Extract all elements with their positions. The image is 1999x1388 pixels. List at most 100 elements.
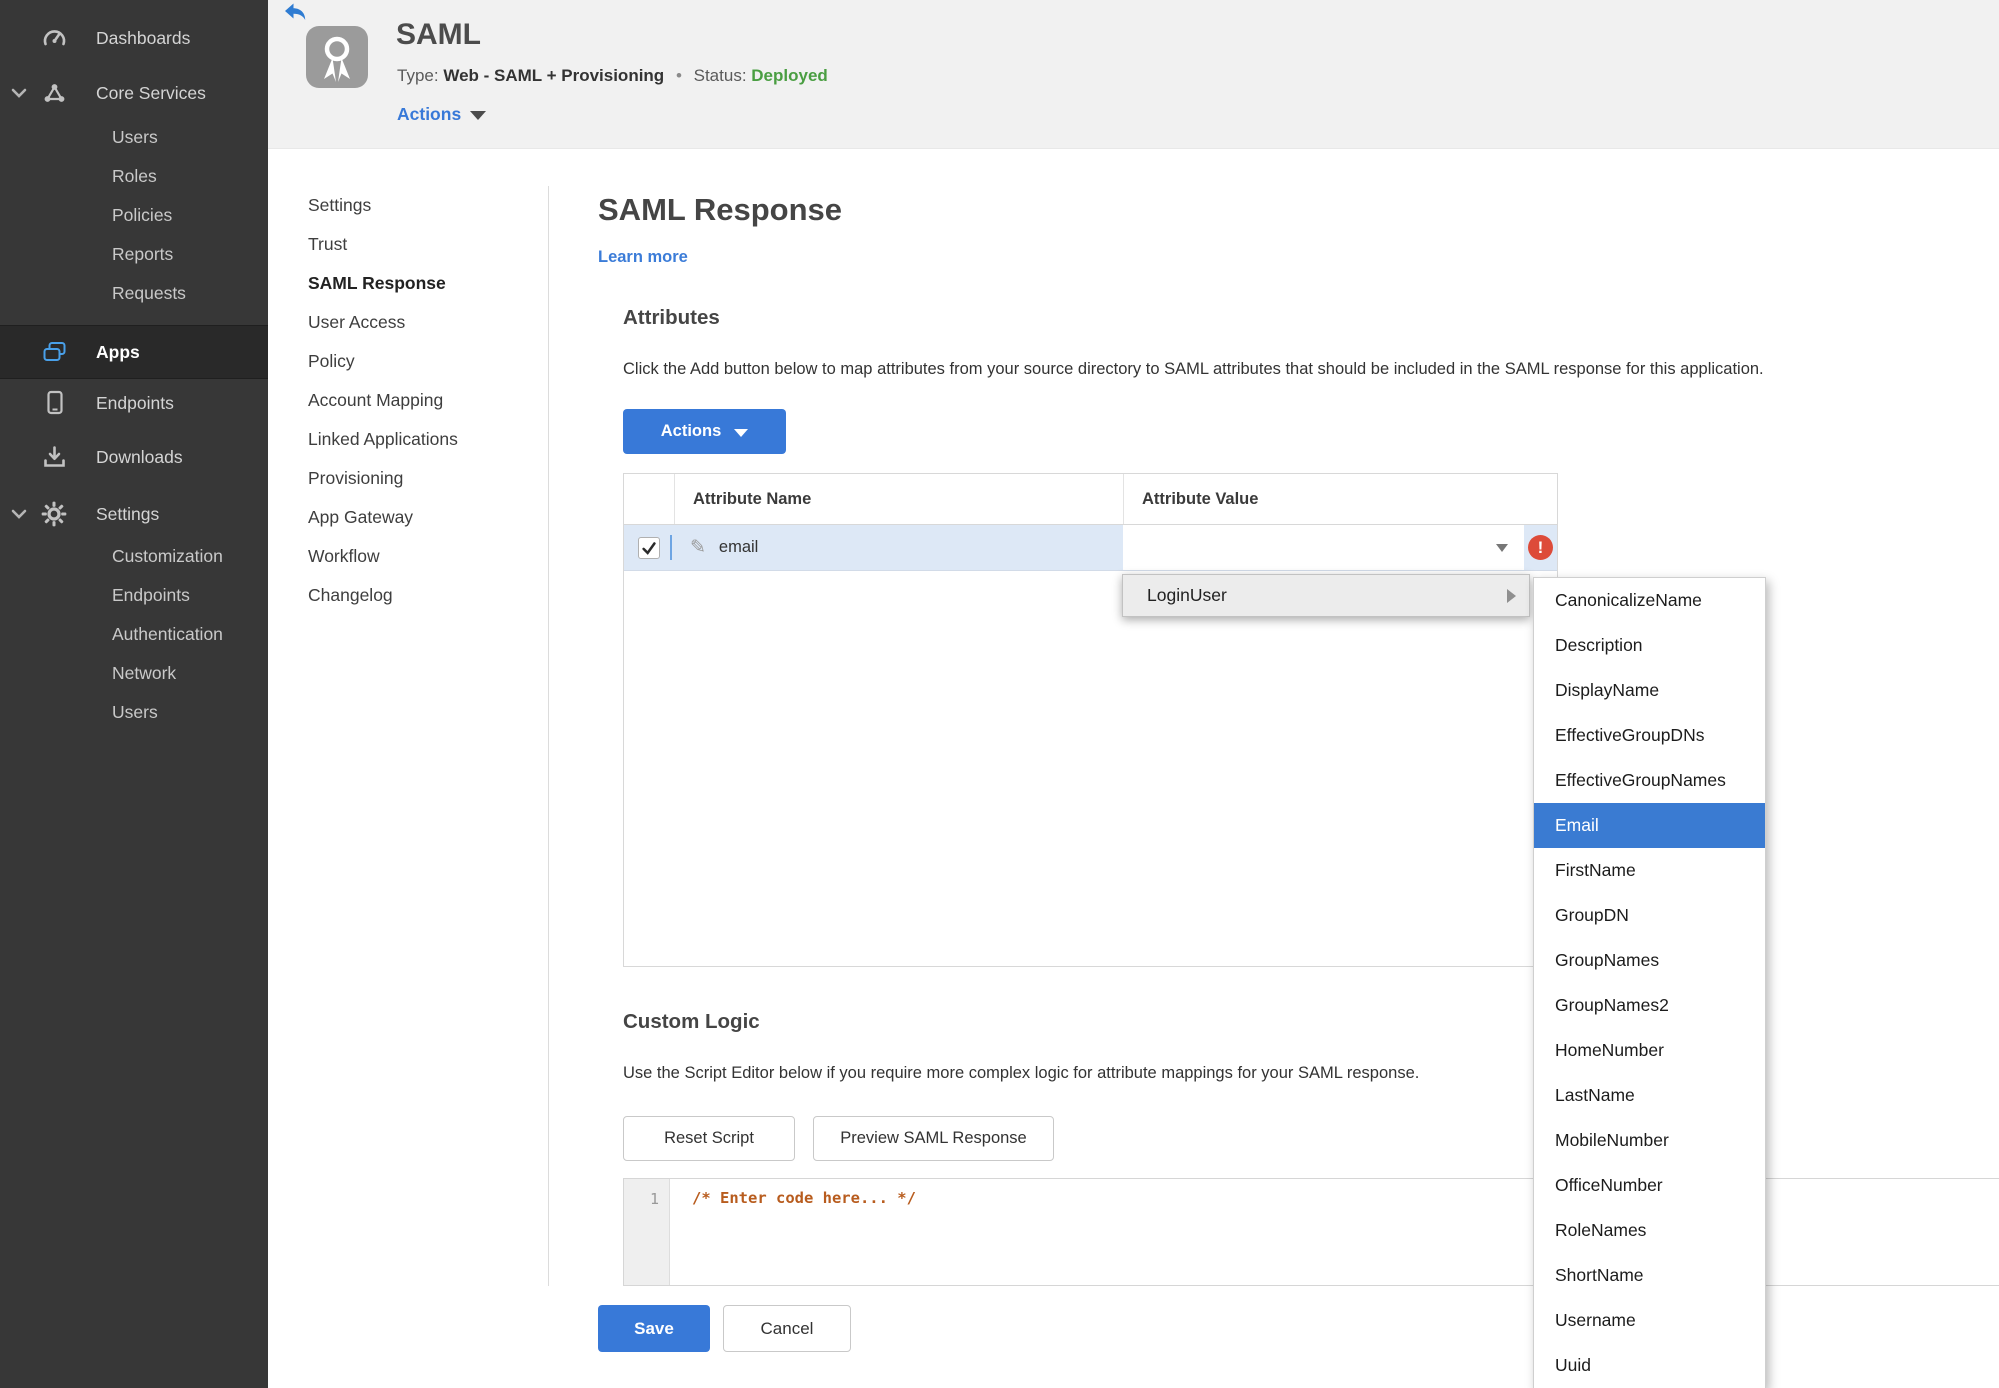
nav-item[interactable]: Linked Applications bbox=[308, 420, 518, 459]
attribute-value-menu[interactable]: LoginUser bbox=[1122, 574, 1530, 617]
app-title: SAML bbox=[396, 18, 481, 51]
app-meta: Type: Web - SAML + Provisioning • Status… bbox=[397, 66, 828, 86]
submenu-item[interactable]: MobileNumber bbox=[1534, 1118, 1765, 1163]
nav-item[interactable]: Policy bbox=[308, 342, 518, 381]
attribute-name-value: email bbox=[718, 538, 759, 556]
sidebar-item-endpoints[interactable]: Endpoints bbox=[0, 381, 268, 425]
submenu-item[interactable]: Description bbox=[1534, 623, 1765, 668]
status-label: Status: bbox=[693, 66, 747, 85]
gear-icon bbox=[38, 501, 70, 527]
sidebar-subitem[interactable]: Policies bbox=[0, 196, 268, 235]
sidebar-subitem[interactable]: Endpoints bbox=[0, 576, 268, 615]
reset-script-label: Reset Script bbox=[664, 1129, 754, 1147]
nav-item[interactable]: App Gateway bbox=[308, 498, 518, 537]
sidebar-item-dashboards[interactable]: Dashboards bbox=[0, 16, 268, 60]
editor-line-number: 1 bbox=[624, 1179, 670, 1285]
app-badge-icon bbox=[306, 26, 368, 88]
sidebar-subitem[interactable]: Requests bbox=[0, 274, 268, 313]
sidebar-subitem[interactable]: Reports bbox=[0, 235, 268, 274]
nav-item[interactable]: SAML Response bbox=[308, 264, 518, 303]
submenu-item[interactable]: ShortName bbox=[1534, 1253, 1765, 1298]
nav-item[interactable]: User Access bbox=[308, 303, 518, 342]
attributes-description: Click the Add button below to map attrib… bbox=[623, 360, 1764, 378]
submenu-item[interactable]: Uuid bbox=[1534, 1343, 1765, 1388]
status-badge: Deployed bbox=[751, 66, 828, 85]
phone-icon bbox=[38, 390, 70, 416]
sidebar-item-label: Core Services bbox=[96, 82, 206, 103]
sidebar-subitem[interactable]: Users bbox=[0, 118, 268, 157]
attribute-name-cell[interactable]: ✎ email bbox=[674, 525, 1123, 570]
attribute-name-column-header: Attribute Name bbox=[674, 474, 1123, 524]
dropdown-caret-icon bbox=[1496, 544, 1508, 552]
actions-button-label: Actions bbox=[660, 422, 722, 440]
sidebar-subitem[interactable]: Network bbox=[0, 654, 268, 693]
nav-item[interactable]: Account Mapping bbox=[308, 381, 518, 420]
submenu-item[interactable]: EffectiveGroupDNs bbox=[1534, 713, 1765, 758]
edit-cursor bbox=[670, 535, 672, 560]
apps-icon bbox=[38, 340, 70, 364]
nav-item[interactable]: Workflow bbox=[308, 537, 518, 576]
select-column-header bbox=[624, 474, 674, 524]
cancel-button-label: Cancel bbox=[760, 1318, 814, 1338]
pencil-icon: ✎ bbox=[690, 537, 706, 558]
preview-saml-response-label: Preview SAML Response bbox=[840, 1129, 1027, 1147]
row-select-cell bbox=[624, 525, 674, 570]
attributes-actions-button[interactable]: Actions bbox=[623, 409, 786, 454]
submenu-item[interactable]: Email bbox=[1534, 803, 1765, 848]
preview-saml-response-button[interactable]: Preview SAML Response bbox=[813, 1116, 1054, 1161]
type-label: Type: bbox=[397, 66, 439, 85]
save-button[interactable]: Save bbox=[598, 1305, 710, 1352]
attribute-value-column-header: Attribute Value bbox=[1123, 474, 1557, 524]
value-menu-item-loginuser[interactable]: LoginUser bbox=[1123, 585, 1227, 606]
download-icon bbox=[38, 445, 70, 469]
script-editor: 1 /* Enter code here... */ bbox=[623, 1178, 1999, 1286]
submenu-item[interactable]: OfficeNumber bbox=[1534, 1163, 1765, 1208]
app-settings-nav: Settings Trust SAML Response User Access Pol… bbox=[308, 186, 518, 615]
nav-item[interactable]: Provisioning bbox=[308, 459, 518, 498]
caret-down-icon bbox=[470, 111, 487, 120]
attributes-table: Attribute Name Attribute Value ✎ email ! bbox=[623, 473, 1558, 967]
chevron-down-icon[interactable] bbox=[11, 508, 27, 520]
settings-children: Customization Endpoints Authentication Netw… bbox=[0, 537, 268, 732]
submenu-item[interactable]: Username bbox=[1534, 1298, 1765, 1343]
submenu-item[interactable]: LastName bbox=[1534, 1073, 1765, 1118]
nav-item[interactable]: Changelog bbox=[308, 576, 518, 615]
chevron-down-icon[interactable] bbox=[11, 87, 27, 99]
attribute-value-dropdown[interactable] bbox=[1123, 525, 1524, 570]
submenu-item[interactable]: DisplayName bbox=[1534, 668, 1765, 713]
sidebar-item-core-services[interactable]: Core Services bbox=[0, 71, 268, 115]
custom-logic-description: Use the Script Editor below if you requi… bbox=[623, 1064, 1420, 1082]
sidebar-subitem[interactable]: Users bbox=[0, 693, 268, 732]
submenu-item[interactable]: GroupNames bbox=[1534, 938, 1765, 983]
sidebar-subitem[interactable]: Roles bbox=[0, 157, 268, 196]
reset-script-button[interactable]: Reset Script bbox=[623, 1116, 795, 1161]
sidebar-item-label: Settings bbox=[96, 503, 160, 524]
sidebar-subitem[interactable]: Authentication bbox=[0, 615, 268, 654]
app-header: SAML Type: Web - SAML + Provisioning • S… bbox=[268, 0, 1999, 149]
gauge-icon bbox=[38, 26, 70, 50]
header-actions-menu[interactable]: Actions bbox=[397, 104, 487, 125]
table-row: ✎ email ! bbox=[624, 525, 1557, 571]
editor-code-area[interactable]: /* Enter code here... */ bbox=[670, 1179, 1999, 1285]
submenu-item[interactable]: CanonicalizeName bbox=[1534, 578, 1765, 623]
sidebar-subitem[interactable]: Customization bbox=[0, 537, 268, 576]
submenu-item[interactable]: RoleNames bbox=[1534, 1208, 1765, 1253]
nav-item[interactable]: Settings bbox=[308, 186, 518, 225]
attributes-heading: Attributes bbox=[623, 306, 720, 329]
back-arrow-icon[interactable] bbox=[283, 2, 307, 22]
table-header-row: Attribute Name Attribute Value bbox=[624, 474, 1557, 525]
submenu-item[interactable]: HomeNumber bbox=[1534, 1028, 1765, 1073]
attribute-value-submenu: CanonicalizeName Description DisplayName Ef… bbox=[1533, 577, 1766, 1388]
submenu-item[interactable]: EffectiveGroupNames bbox=[1534, 758, 1765, 803]
submenu-item[interactable]: FirstName bbox=[1534, 848, 1765, 893]
sidebar-item-settings[interactable]: Settings bbox=[0, 492, 268, 536]
sidebar-item-downloads[interactable]: Downloads bbox=[0, 435, 268, 479]
cancel-button[interactable]: Cancel bbox=[723, 1305, 851, 1352]
learn-more-link[interactable]: Learn more bbox=[598, 248, 688, 267]
submenu-item[interactable]: GroupNames2 bbox=[1534, 983, 1765, 1028]
row-checkbox[interactable] bbox=[638, 536, 660, 559]
sidebar-item-label: Downloads bbox=[96, 446, 183, 467]
nav-item[interactable]: Trust bbox=[308, 225, 518, 264]
sidebar-item-apps[interactable]: Apps bbox=[0, 325, 268, 379]
submenu-item[interactable]: GroupDN bbox=[1534, 893, 1765, 938]
